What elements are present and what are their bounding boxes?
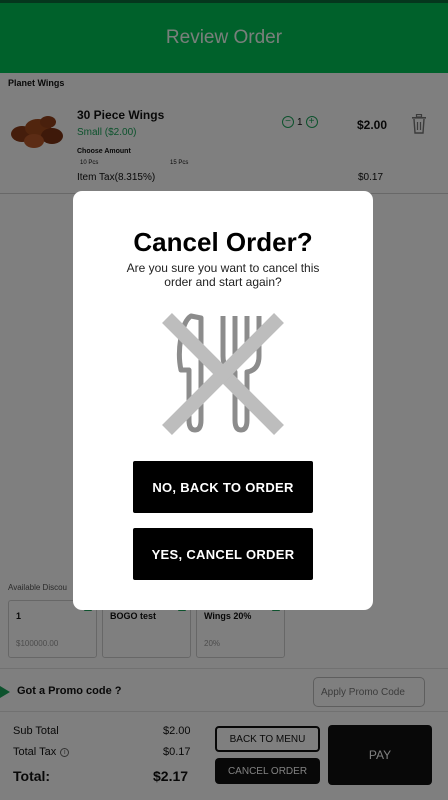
cancel-order-dialog: Cancel Order? Are you sure you want to c… xyxy=(73,191,373,610)
yes-cancel-order-button[interactable]: YES, CANCEL ORDER xyxy=(133,528,313,580)
dialog-message: Are you sure you want to cancel this ord… xyxy=(126,261,320,289)
no-back-to-order-button[interactable]: NO, BACK TO ORDER xyxy=(133,461,313,513)
dialog-title: Cancel Order? xyxy=(133,227,313,257)
no-cutlery-icon xyxy=(162,313,284,435)
